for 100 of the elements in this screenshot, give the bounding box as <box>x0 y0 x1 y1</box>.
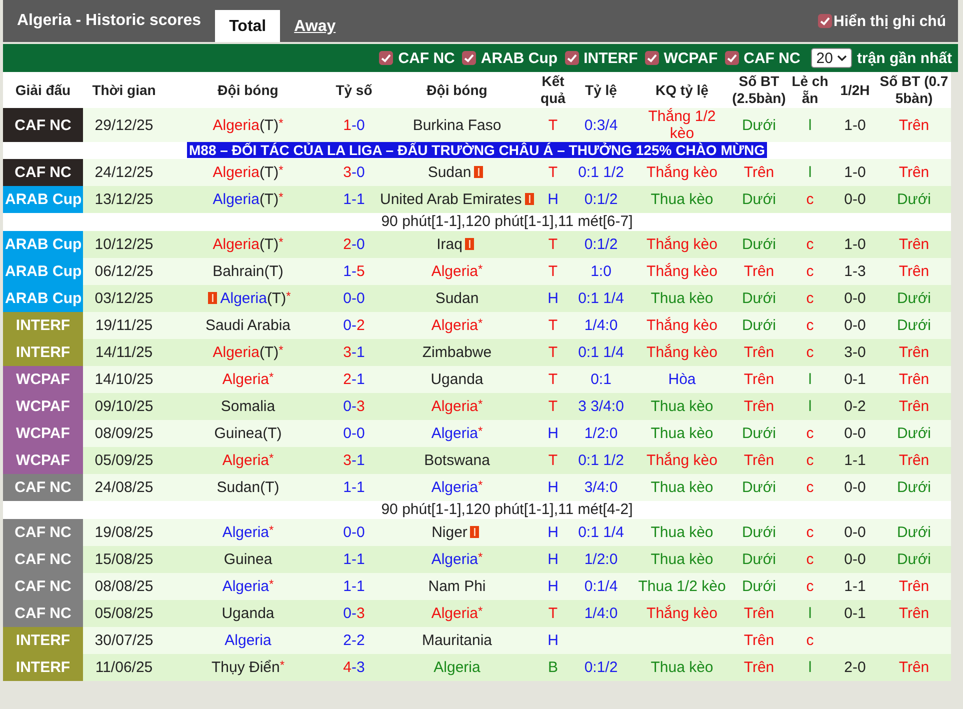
halftime-cell: 0-0 <box>833 312 877 339</box>
team-name: Sudan <box>428 164 472 181</box>
over-under-cell: Dưới <box>731 474 787 501</box>
over-under-cell: Trên <box>877 366 951 393</box>
column-header: Số BT (0.75bàn) <box>877 72 951 108</box>
league-badge: CAF NC <box>3 546 83 573</box>
handicap-cell: 0:1 1/4 <box>569 285 633 312</box>
handicap-result-cell: Thua kèo <box>633 186 731 213</box>
checkbox[interactable] <box>462 51 476 65</box>
result-cell: T <box>537 108 569 142</box>
date-cell: 09/10/25 <box>83 393 165 420</box>
tab[interactable]: Away <box>280 12 350 42</box>
score-cell: 0-3 <box>331 600 377 627</box>
date-cell: 06/12/25 <box>83 258 165 285</box>
score-cell: 3-1 <box>331 339 377 366</box>
handicap-cell: 0:1/2 <box>569 654 633 681</box>
over-under-cell: Trên <box>731 258 787 285</box>
score-cell: 0-0 <box>331 519 377 546</box>
result-cell: H <box>537 474 569 501</box>
score-cell: 1-1 <box>331 474 377 501</box>
over-under-cell: Trên <box>877 573 951 600</box>
over-under-cell: Dưới <box>877 474 951 501</box>
league-badge: CAF NC <box>3 573 83 600</box>
score-cell: 1-1 <box>331 186 377 213</box>
odd-even-cell: c <box>787 447 833 474</box>
team-name: Saudi Arabia <box>205 317 291 334</box>
date-cell: 24/08/25 <box>83 474 165 501</box>
league-badge: INTERF <box>3 627 83 654</box>
count-select[interactable]: 20 <box>811 48 852 68</box>
team-name: Algeria$^{*}$ <box>431 551 483 568</box>
odd-even-cell: c <box>787 312 833 339</box>
score-cell: 3-0 <box>331 159 377 186</box>
league-badge: ARAB Cup <box>3 285 83 312</box>
score-cell: 1-1 <box>331 546 377 573</box>
checkbox[interactable] <box>379 51 394 65</box>
ad-banner[interactable]: M88 – ĐỐI TÁC CỦA LA LIGA – ĐẤU TRƯỜNG CHÂU Á – THƯỞNG 125% CHÀO MỪNG <box>187 142 767 158</box>
handicap-result-cell: Hòa <box>633 366 731 393</box>
checkbox[interactable] <box>724 51 739 65</box>
checkbox-label: WCPAF <box>664 50 718 66</box>
team-name: Uganda <box>430 371 484 388</box>
halftime-cell: 0-0 <box>833 285 877 312</box>
score-cell: 2-2 <box>331 627 377 654</box>
team-name: Guinea(T) <box>214 425 282 442</box>
over-under-cell: Trên <box>877 159 951 186</box>
over-under-cell: Dưới <box>731 546 787 573</box>
odd-even-cell: c <box>787 474 833 501</box>
over-under-cell: Dưới <box>877 186 951 213</box>
odd-even-cell: c <box>787 285 833 312</box>
league-badge: ARAB Cup <box>3 258 83 285</box>
handicap-result-cell: Thắng kèo <box>633 339 731 366</box>
halftime-cell: 0-1 <box>833 600 877 627</box>
result-cell: H <box>537 546 569 573</box>
handicap-cell: 0:1 1/2 <box>569 447 633 474</box>
date-cell: 11/06/25 <box>83 654 165 681</box>
halftime-cell: 1-0 <box>833 159 877 186</box>
team-name: Algeria$^{*}$ <box>431 398 483 415</box>
handicap-result-cell: Thắng kèo <box>633 258 731 285</box>
league-badge: WCPAF <box>3 366 83 393</box>
checkbox-label: CAF NC <box>744 50 800 66</box>
over-under-cell: Trên <box>877 258 951 285</box>
halftime-cell: 0-0 <box>833 474 877 501</box>
handicap-cell: 0:1 1/4 <box>569 339 633 366</box>
date-cell: 19/08/25 <box>83 519 165 546</box>
team-name: Algeria(T)$^{*}$ <box>212 344 284 361</box>
team-name: Thụy Điển$^{*}$ <box>211 659 285 676</box>
league-badge: WCPAF <box>3 420 83 447</box>
result-cell: T <box>537 312 569 339</box>
odd-even-cell: c <box>787 573 833 600</box>
match-note: 90 phút[1-1],120 phút[1-1],11 mét[6-7] <box>381 213 633 230</box>
team-name: Algeria(T)$^{*}$ <box>220 290 291 307</box>
over-under-cell: Trên <box>877 654 951 681</box>
over-under-cell: Trên <box>731 627 787 654</box>
tab[interactable]: Total <box>215 10 280 42</box>
checkbox[interactable] <box>644 51 659 65</box>
checkbox[interactable] <box>564 51 579 65</box>
score-cell: 3-1 <box>331 447 377 474</box>
date-cell: 29/12/25 <box>83 108 165 142</box>
over-under-cell: Trên <box>731 447 787 474</box>
halftime-cell: 1-0 <box>833 231 877 258</box>
team-name: Sudan(T) <box>216 479 280 496</box>
score-cell: 0-3 <box>331 393 377 420</box>
team-name: Algeria$^{*}$ <box>431 479 483 496</box>
date-cell: 08/08/25 <box>83 573 165 600</box>
date-cell: 10/12/25 <box>83 231 165 258</box>
team-name: Algeria$^{*}$ <box>431 605 483 622</box>
date-cell: 30/07/25 <box>83 627 165 654</box>
handicap-result-cell: Thua kèo <box>633 654 731 681</box>
checkbox-label: Hiển thị ghi chú <box>834 12 946 30</box>
score-cell: 1-5 <box>331 258 377 285</box>
league-badge: INTERF <box>3 654 83 681</box>
score-cell: 0-2 <box>331 312 377 339</box>
column-header: KQ tỷ lệ <box>633 72 731 108</box>
halftime-cell: 0-1 <box>833 366 877 393</box>
checkbox-label: INTERF <box>584 50 638 66</box>
team-name: Somalia <box>220 398 276 415</box>
handicap-cell: 0:1/2 <box>569 186 633 213</box>
halftime-cell: 1-1 <box>833 573 877 600</box>
checkbox[interactable] <box>818 14 832 28</box>
match-note: 90 phút[1-1],120 phút[1-1],11 mét[4-2] <box>381 501 633 518</box>
column-header: Thời gian <box>83 72 165 108</box>
